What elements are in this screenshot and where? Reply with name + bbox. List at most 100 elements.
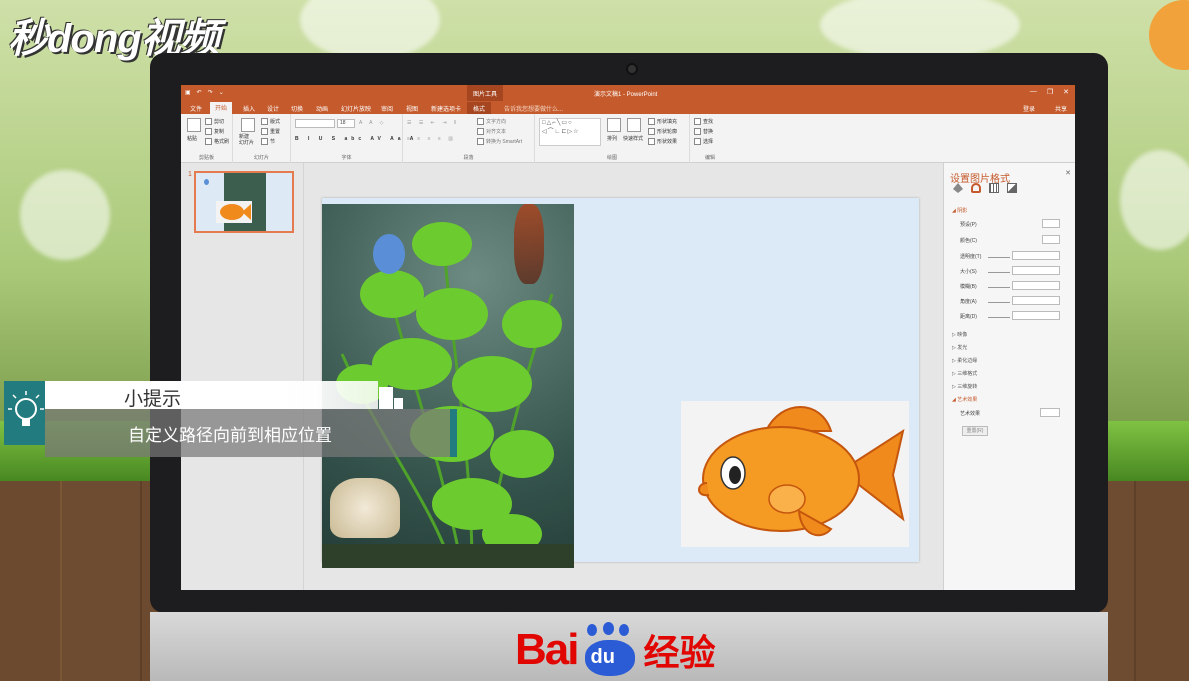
pen-icon [648,128,655,136]
select-button[interactable]: 选择 [694,138,713,146]
customize-icon[interactable]: ⌄ [219,89,224,96]
shadow-transparency-slider[interactable] [988,257,1010,258]
scissors-icon [205,118,212,126]
cut-button[interactable]: 剪切 [205,118,224,126]
size-properties-icon[interactable] [989,183,999,193]
shadow-distance-input[interactable] [1012,311,1060,320]
shadow-size-input[interactable] [1012,266,1060,275]
goldfish-image[interactable] [681,401,909,547]
login-link[interactable]: 登录 [1023,104,1035,113]
thumb-fish-image [216,201,252,223]
find-button[interactable]: 查找 [694,118,713,126]
shape-outline-button[interactable]: 形状轮廓 [648,128,677,136]
group-label: 幻灯片 [253,155,269,161]
close-icon[interactable]: ✕ [1065,169,1071,177]
slide-thumbnail[interactable] [194,171,294,233]
tab-file[interactable]: 文件 [190,104,202,113]
paint-bucket-icon [648,118,655,126]
new-slide-button[interactable]: 新建 幻灯片 [239,134,254,146]
tip-decoration [379,387,393,409]
paste-icon[interactable] [187,118,201,132]
shadow-distance-slider[interactable] [988,317,1010,318]
blue-circle-shape[interactable] [373,234,405,274]
tab-transitions[interactable]: 切换 [291,104,303,113]
background-flower [1149,0,1189,70]
quick-styles-button[interactable]: 快速样式 [623,135,643,142]
align-icons[interactable]: ≡ ≡ ≡ ≡ ▥ [407,136,456,142]
format-painter-button[interactable]: 格式刷 [205,138,229,146]
section-button[interactable]: 节 [261,138,275,146]
tell-me-box[interactable]: 告诉我您想要做什么... [504,104,563,113]
shadow-preset-dropdown[interactable] [1042,219,1060,228]
shadow-blur-input[interactable] [1012,281,1060,290]
tab-new[interactable]: 新建选项卡 [431,104,461,113]
reflection-section-header[interactable]: ▷ 映像 [952,331,967,338]
tab-home[interactable]: 开始 [210,102,233,114]
close-button[interactable]: ✕ [1063,88,1069,96]
format-picture-pane: 设置图片格式 ✕ ◢ 阴影 预设(P) 颜色(C) 透明度(T) 大小(S) 模… [943,163,1075,590]
soft-edges-section-header[interactable]: ▷ 柔化边缘 [952,357,977,364]
3d-format-section-header[interactable]: ▷ 三维格式 [952,370,977,377]
shadow-angle-slider[interactable] [988,302,1010,303]
arrange-button[interactable]: 排列 [607,135,617,142]
artistic-effects-dropdown[interactable] [1040,408,1060,417]
shadow-size-label: 大小(S) [960,269,977,275]
effects-icon[interactable] [971,183,981,193]
list-icons[interactable]: ☰ ☰ ⇤ ⇥ ‖ [407,120,459,126]
font-size-input[interactable]: 18 [337,119,355,128]
shadow-transparency-input[interactable] [1012,251,1060,260]
shapes-gallery[interactable]: □△⌐╲▭○ ◁⌒∟⊏▷☆ [539,118,601,146]
tab-design[interactable]: 设计 [267,104,279,113]
shape-effects-button[interactable]: 形状效果 [648,138,677,146]
restore-button[interactable]: ❐ [1047,88,1053,96]
artistic-effects-section-header[interactable]: ◢ 艺术效果 [952,396,977,403]
quick-styles-icon[interactable] [627,118,641,132]
minimize-button[interactable]: — [1030,88,1037,96]
text-direction-button[interactable]: 文字方向 [477,118,506,126]
picture-icon[interactable] [1007,183,1017,193]
shadow-size-slider[interactable] [988,272,1010,273]
artistic-reset-button[interactable]: 重置(R) [962,426,988,436]
tip-title: 小提示 [124,389,182,410]
replace-icon [694,128,701,136]
search-icon [694,118,701,126]
font-name-input[interactable] [295,119,335,128]
tip-decoration [394,398,403,409]
save-icon[interactable]: ▣ [185,89,191,96]
undo-icon[interactable]: ↶ [197,89,202,96]
share-button[interactable]: 共享 [1055,104,1067,113]
tab-review[interactable]: 审阅 [381,104,393,113]
clipboard-group: 粘贴 剪切 复制 格式刷 剪贴板 [181,114,233,163]
3d-rotation-section-header[interactable]: ▷ 三维旋转 [952,383,977,390]
tab-view[interactable]: 视图 [406,104,418,113]
shadow-transparency-label: 透明度(T) [960,254,982,260]
layout-button[interactable]: 版式 [261,118,280,126]
shadow-color-label: 颜色(C) [960,238,977,244]
artistic-effects-label: 艺术效果 [960,411,981,417]
reset-button[interactable]: 重置 [261,128,280,136]
arrange-icon[interactable] [607,118,621,132]
shape-fill-button[interactable]: 形状填充 [648,118,677,126]
glow-section-header[interactable]: ▷ 发光 [952,344,967,351]
shadow-angle-input[interactable] [1012,296,1060,305]
replace-button[interactable]: 替换 [694,128,713,136]
shadow-blur-slider[interactable] [988,287,1010,288]
copy-button[interactable]: 复制 [205,128,224,136]
fill-line-icon[interactable] [953,183,963,193]
brand-text: Bai [515,625,580,674]
new-slide-icon[interactable] [241,118,255,132]
tab-insert[interactable]: 插入 [243,104,255,113]
font-style-buttons[interactable]: B I U S abc AV Aa A [295,136,417,142]
align-text-button[interactable]: 对齐文本 [477,128,506,136]
paste-button[interactable]: 粘贴 [187,135,197,142]
font-grow-shrink-icons[interactable]: A A ◇ [359,120,386,126]
convert-smartart-button[interactable]: 转换为 SmartArt [477,138,522,146]
reset-icon [261,128,268,136]
tab-slideshow[interactable]: 幻灯片放映 [341,104,371,113]
slide-canvas[interactable] [322,198,919,568]
shadow-color-dropdown[interactable] [1042,235,1060,244]
camera-icon [626,63,638,75]
tab-animations[interactable]: 动画 [316,104,328,113]
redo-icon[interactable]: ↷ [208,89,213,96]
shadow-section-header[interactable]: ◢ 阴影 [952,207,967,214]
